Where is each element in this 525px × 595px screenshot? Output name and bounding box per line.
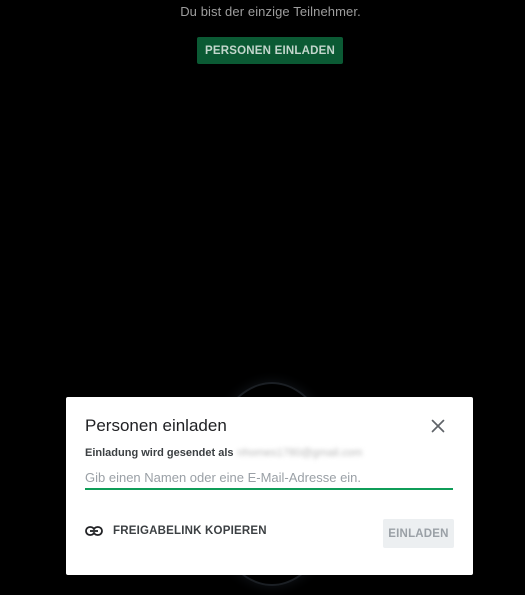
invite-people-button[interactable]: PERSONEN EINLADEN <box>197 37 343 64</box>
dialog-title: Personen einladen <box>85 416 227 435</box>
invite-button[interactable]: EINLADEN <box>383 519 454 548</box>
close-icon <box>431 419 445 433</box>
link-icon <box>85 526 103 536</box>
invite-dialog: Personen einladen Einladung wird gesende… <box>66 397 473 575</box>
sender-info: Einladung wird gesendet als nhomes1780@g… <box>85 447 362 459</box>
sender-email: nhomes1780@gmail.com <box>237 447 363 459</box>
copy-link-label: FREIGABELINK KOPIEREN <box>113 525 267 537</box>
copy-link-button[interactable]: FREIGABELINK KOPIEREN <box>85 525 267 537</box>
invitee-input[interactable] <box>85 468 453 490</box>
close-button[interactable] <box>428 416 448 436</box>
sender-label: Einladung wird gesendet als <box>85 447 234 459</box>
status-text: Du bist der einzige Teilnehmer. <box>180 4 361 19</box>
meeting-stage: Du bist der einzige Teilnehmer. PERSONEN… <box>0 0 525 595</box>
